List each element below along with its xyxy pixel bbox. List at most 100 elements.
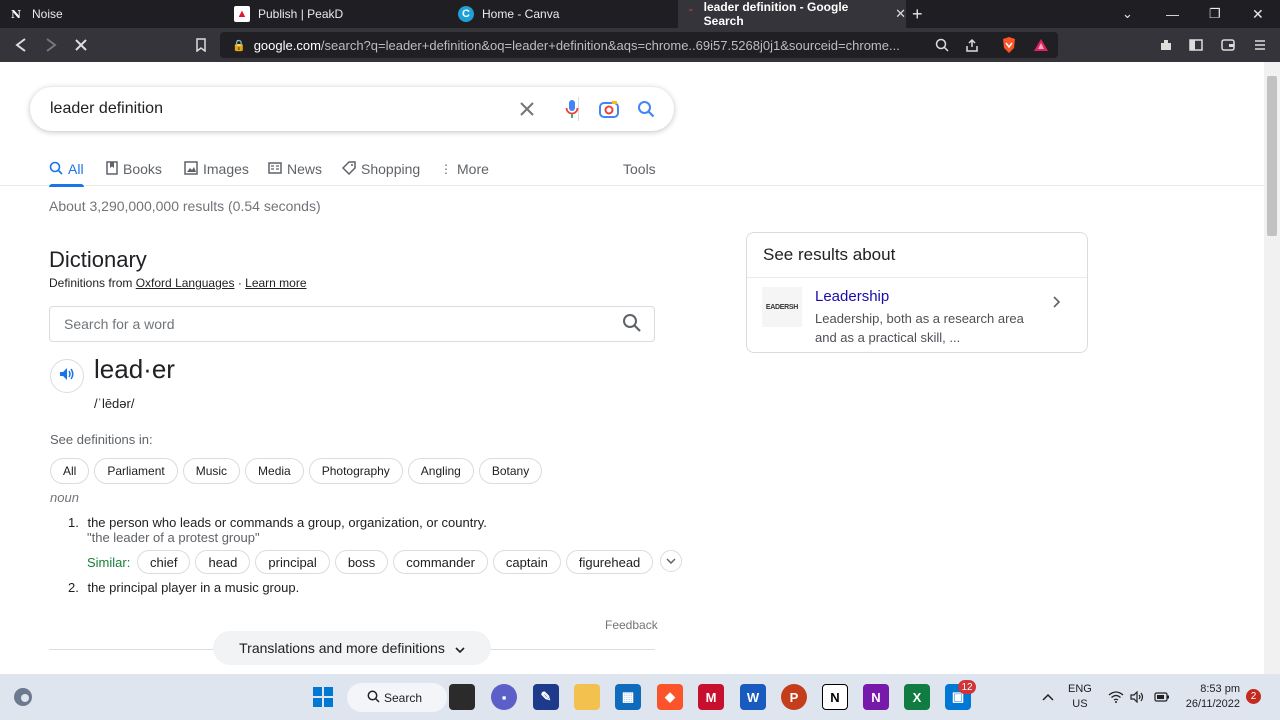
windows-start-icon[interactable] [310,684,336,710]
wallet-icon[interactable] [1218,28,1238,62]
definition-text: the person who leads or commands a group… [87,515,487,530]
stop-loading-icon[interactable] [70,28,92,62]
browser-tab[interactable]: C Home - Canva [458,0,678,28]
close-icon[interactable]: ✕ [895,6,906,22]
voice-search-icon[interactable] [558,95,586,123]
excel-icon[interactable]: X [904,684,930,710]
similar-word-chip[interactable]: head [195,550,251,574]
chevron-down-icon [666,558,676,564]
clock[interactable]: 8:53 pm 26/11/2022 [1184,674,1240,720]
more-vert-icon: ⋮ [440,162,452,176]
zoom-search-icon[interactable] [932,28,952,62]
part-of-speech: noun [50,490,79,505]
more-definitions-button[interactable]: Translations and more definitions [213,631,491,665]
thumbnail-text: EADERSH [765,303,799,311]
forward-icon[interactable] [40,28,62,62]
word-icon[interactable]: W [740,684,766,710]
category-chip[interactable]: Photography [308,458,403,484]
search-icon[interactable] [632,95,660,123]
wifi-icon[interactable] [1108,674,1124,720]
volume-icon[interactable] [1130,674,1146,720]
similar-word-chip[interactable]: chief [137,550,191,574]
browser-tab[interactable]: ▲ Publish | PeakD [234,0,454,28]
definition-number: 2. [68,580,79,595]
similar-word-chip[interactable]: figurehead [565,550,654,574]
file-explorer-icon[interactable] [574,684,600,710]
definition-item: 2. the principal player in a music group… [68,580,299,595]
new-tab-button[interactable]: + [912,0,932,28]
powerpoint-icon[interactable]: P [781,684,807,710]
clear-icon[interactable] [513,95,541,123]
edge-icon[interactable] [10,684,36,710]
browser-tab[interactable]: N Noise [8,0,228,28]
mcafee-icon[interactable]: M [698,684,724,710]
notification-count-badge[interactable]: 2 [1246,689,1261,704]
browser-tab-active[interactable]: ˉ leader definition - Google Search ✕ [678,0,906,28]
brave-rewards-icon[interactable] [1030,28,1052,62]
pronunciation-button[interactable] [50,359,84,393]
tools-button[interactable]: Tools [623,156,656,182]
extensions-icon[interactable] [1156,28,1176,62]
windows-taskbar: Search ▪ ✎ ▦ ◆ M W P N N X ▣ 12 ENG US 8… [0,674,1280,720]
chevron-right-icon[interactable] [1053,295,1061,313]
tab-news[interactable]: News [268,156,322,182]
expand-similar-button[interactable] [660,550,683,572]
word-search-input[interactable]: Search for a word [49,306,655,342]
similar-word-chip[interactable]: commander [393,550,488,574]
search-box[interactable]: leader definition [30,87,674,131]
dictionary-source: Definitions from Oxford Languages · Lear… [49,276,307,290]
brave-shield-icon[interactable] [998,28,1020,62]
taskbar-search[interactable]: Search [347,683,447,712]
maximize-button[interactable]: ❐ [1209,0,1221,28]
edit-app-icon[interactable]: ✎ [533,684,559,710]
input-language[interactable]: ENG US [1068,674,1092,720]
definition-text: the principal player in a music group. [87,580,300,595]
category-chip[interactable]: Botany [478,458,543,484]
category-chip[interactable]: Music [182,458,241,484]
category-chip[interactable]: Media [245,458,304,484]
feedback-link[interactable]: Feedback [605,618,658,632]
oxford-languages-link[interactable]: Oxford Languages [136,276,235,290]
notion-icon: N [10,7,22,21]
similar-words: chief head principal boss commander capt… [137,550,683,574]
search-query[interactable]: leader definition [50,100,163,118]
close-window-button[interactable]: ✕ [1252,0,1264,28]
tab-all[interactable]: All [49,156,84,187]
notion-icon[interactable]: N [822,684,848,710]
tab-search-chevron-icon[interactable]: ⌄ [1122,0,1133,28]
sidebar-icon[interactable] [1186,28,1206,62]
tab-label: Images [203,161,249,177]
store-icon[interactable]: ▦ [615,684,641,710]
learn-more-link[interactable]: Learn more [245,276,306,290]
result-stats: About 3,290,000,000 results (0.54 second… [49,198,321,214]
category-chip[interactable]: Parliament [94,458,178,484]
scrollbar-thumb[interactable] [1267,76,1277,236]
lock-icon: 🔒 [232,39,246,52]
menu-icon[interactable] [1250,28,1270,62]
minimize-button[interactable]: — [1166,0,1179,28]
category-chip[interactable]: All [50,458,90,484]
bookmark-icon[interactable] [192,28,210,62]
similar-word-chip[interactable]: principal [255,550,330,574]
tab-books[interactable]: Books [106,156,162,182]
tab-shopping[interactable]: Shopping [341,156,420,182]
battery-icon[interactable] [1154,674,1170,720]
similar-word-chip[interactable]: captain [492,550,561,574]
tab-more[interactable]: ⋮ More [440,156,489,182]
teams-chat-icon[interactable]: ▪ [491,684,517,710]
tab-title: Noise [32,7,63,21]
leadership-thumbnail[interactable]: EADERSH [762,287,802,327]
lens-search-icon[interactable] [595,95,623,123]
brave-browser-icon[interactable]: ◆ [657,684,683,710]
page-scrollbar[interactable] [1264,62,1280,674]
share-icon[interactable] [962,28,982,62]
category-chip[interactable]: Angling [407,458,474,484]
search-icon[interactable] [622,313,642,338]
chevron-up-icon[interactable] [1042,674,1054,720]
back-icon[interactable] [10,28,32,62]
tab-images[interactable]: Images [184,156,249,182]
leadership-link[interactable]: Leadership [815,288,889,305]
onenote-icon[interactable]: N [863,684,889,710]
task-view-icon[interactable] [449,684,475,710]
similar-word-chip[interactable]: boss [334,550,389,574]
